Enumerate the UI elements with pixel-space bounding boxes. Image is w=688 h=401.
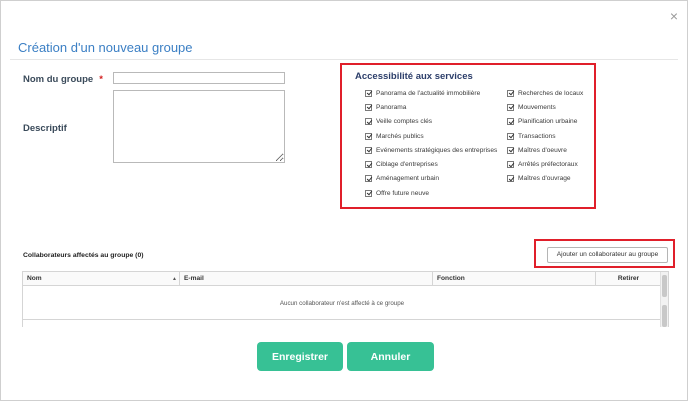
- group-name-label: Nom du groupe *: [23, 74, 103, 85]
- service-option-label: Maîtres d'ouvrage: [518, 175, 571, 183]
- description-textarea[interactable]: [113, 90, 285, 163]
- save-button[interactable]: Enregistrer: [257, 342, 343, 371]
- checkbox-checked-icon[interactable]: [507, 89, 514, 97]
- service-option-label: Arrêtés préfectoraux: [518, 161, 578, 169]
- checkbox-checked-icon[interactable]: [507, 146, 514, 154]
- checkbox-checked-icon[interactable]: [365, 146, 372, 154]
- checkbox-checked-icon[interactable]: [365, 175, 372, 183]
- checkbox-checked-icon[interactable]: [507, 103, 514, 111]
- scrollbar-thumb[interactable]: [662, 275, 667, 297]
- service-option[interactable]: Maîtres d'oeuvre: [507, 143, 583, 157]
- checkbox-checked-icon[interactable]: [365, 118, 372, 126]
- checkbox-checked-icon[interactable]: [507, 118, 514, 126]
- checkbox-checked-icon[interactable]: [507, 161, 514, 169]
- column-header-name-label: Nom: [27, 275, 42, 282]
- services-right-column: Recherches de locaux Mouvements Planificat…: [507, 86, 583, 186]
- close-icon[interactable]: ×: [667, 9, 681, 23]
- checkbox-checked-icon[interactable]: [507, 175, 514, 183]
- column-header-function[interactable]: Fonction: [433, 272, 596, 286]
- service-option[interactable]: Recherches de locaux: [507, 86, 583, 100]
- service-option-label: Offre future neuve: [376, 189, 430, 197]
- table-header-row: Nom ▲ E-mail Fonction Retirer: [23, 272, 661, 286]
- services-panel: Accessibilité aux services Panorama de l…: [340, 63, 596, 209]
- service-option-label: Veille comptes clés: [376, 118, 433, 126]
- empty-table-message: Aucun collaborateur n'est affecté à ce g…: [23, 287, 661, 320]
- service-option[interactable]: Offre future neuve: [365, 186, 497, 200]
- group-name-label-text: Nom du groupe: [23, 74, 94, 85]
- service-option[interactable]: Veille comptes clés: [365, 115, 497, 129]
- service-option-label: Ciblage d'entreprises: [376, 161, 438, 169]
- required-mark: *: [99, 74, 103, 85]
- service-option-label: Maîtres d'oeuvre: [518, 146, 567, 154]
- service-option-label: Aménagement urbain: [376, 175, 440, 183]
- service-option-label: Panorama de l'actualité immobilière: [376, 89, 481, 97]
- column-header-remove: Retirer: [617, 275, 640, 282]
- service-option[interactable]: Maîtres d'ouvrage: [507, 172, 583, 186]
- service-option[interactable]: Arrêtés préfectoraux: [507, 157, 583, 171]
- description-label: Descriptif: [23, 123, 67, 134]
- service-option[interactable]: Marchés publics: [365, 129, 497, 143]
- sort-ascending-icon[interactable]: ▲: [172, 272, 177, 286]
- checkbox-checked-icon[interactable]: [365, 103, 372, 111]
- modal-title: Création d'un nouveau groupe: [18, 40, 193, 55]
- checkbox-checked-icon[interactable]: [365, 89, 372, 97]
- services-title: Accessibilité aux services: [355, 71, 473, 82]
- service-option-label: Panorama: [376, 103, 407, 111]
- group-name-input[interactable]: [113, 72, 285, 84]
- checkbox-checked-icon[interactable]: [507, 132, 514, 140]
- cancel-button[interactable]: Annuler: [347, 342, 434, 371]
- service-option-label: Transactions: [518, 132, 556, 140]
- service-option[interactable]: Transactions: [507, 129, 583, 143]
- collaborators-table: Nom ▲ E-mail Fonction Retirer Aucun coll…: [22, 271, 669, 327]
- create-group-modal: × Création d'un nouveau groupe Nom du gr…: [0, 0, 688, 401]
- service-option[interactable]: Evénements stratégiques des entreprises: [365, 143, 497, 157]
- service-option[interactable]: Ciblage d'entreprises: [365, 157, 497, 171]
- checkbox-checked-icon[interactable]: [365, 161, 372, 169]
- service-option[interactable]: Aménagement urbain: [365, 172, 497, 186]
- column-header-name[interactable]: Nom ▲: [23, 272, 180, 286]
- scrollbar-thumb-lower[interactable]: [662, 305, 667, 327]
- column-header-email[interactable]: E-mail: [180, 272, 433, 286]
- table-scrollbar[interactable]: [660, 272, 668, 327]
- service-option[interactable]: Mouvements: [507, 100, 583, 114]
- service-option-label: Evénements stratégiques des entreprises: [376, 146, 498, 154]
- checkbox-checked-icon[interactable]: [365, 189, 372, 197]
- service-option[interactable]: Planification urbaine: [507, 115, 583, 129]
- collaborators-title: Collaborateurs affectés au groupe (0): [23, 252, 144, 259]
- service-option-label: Recherches de locaux: [518, 89, 584, 97]
- service-option-label: Mouvements: [518, 103, 556, 111]
- service-option-label: Planification urbaine: [518, 118, 578, 126]
- service-option[interactable]: Panorama: [365, 100, 497, 114]
- title-divider: [10, 59, 678, 60]
- service-option-label: Marchés publics: [376, 132, 424, 140]
- add-collaborator-button[interactable]: Ajouter un collaborateur au groupe: [547, 247, 668, 263]
- service-option[interactable]: Panorama de l'actualité immobilière: [365, 86, 497, 100]
- checkbox-checked-icon[interactable]: [365, 132, 372, 140]
- services-left-column: Panorama de l'actualité immobilière Panor…: [365, 86, 497, 200]
